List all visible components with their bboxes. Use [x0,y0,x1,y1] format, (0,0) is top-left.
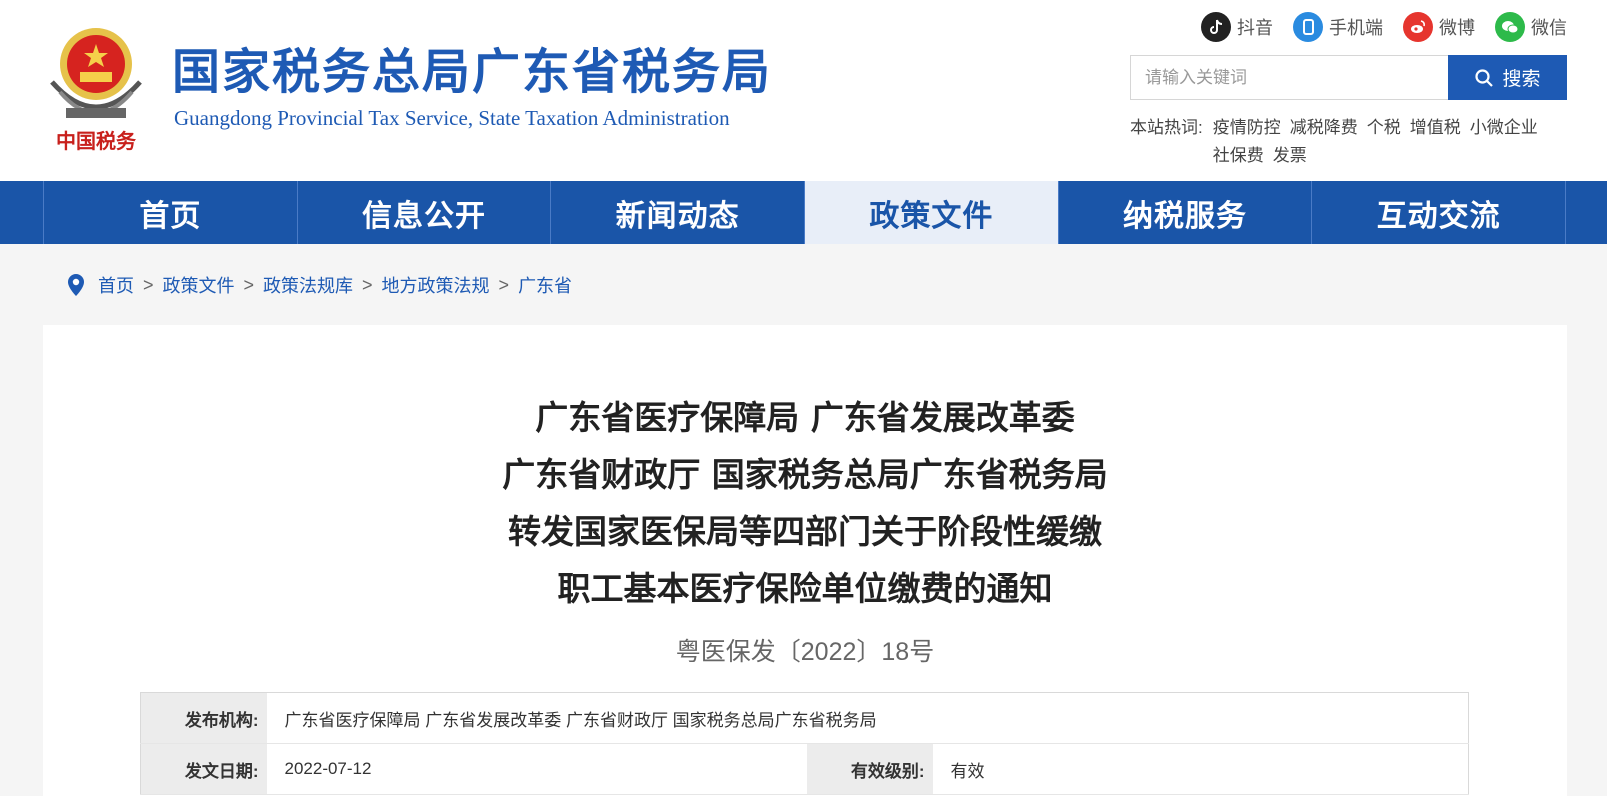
social-weibo[interactable]: 微博 [1403,12,1475,42]
validity-value: 有效 [932,743,1469,795]
document-title: 广东省医疗保障局 广东省发展改革委 广东省财政厅 国家税务总局广东省税务局 转发… [43,389,1567,617]
social-douyin[interactable]: 抖音 [1201,12,1273,42]
nav-item-policy[interactable]: 政策文件 [805,181,1059,244]
hot-word[interactable]: 疫情防控 [1213,114,1281,142]
search-input[interactable] [1130,55,1448,100]
site-title[interactable]: 国家税务总局广东省税务局 [172,44,772,100]
social-weibo-label: 微博 [1439,18,1475,38]
search-icon [1475,68,1494,87]
hot-words-list: 疫情防控 减税降费 个税 增值税 小微企业 社保费 发票 [1213,114,1570,170]
location-pin-icon [68,274,84,296]
breadcrumb-item-local-policy[interactable]: 地方政策法规 [382,272,490,298]
hot-word[interactable]: 发票 [1273,142,1307,170]
date-value: 2022-07-12 [266,743,807,795]
breadcrumb-item-policy[interactable]: 政策文件 [163,272,235,298]
search-button-label: 搜索 [1502,69,1541,90]
nav-item-info-disclosure[interactable]: 信息公开 [298,181,552,244]
site-subtitle: Guangdong Provincial Tax Service, State … [174,106,730,130]
nav-item-tax-service[interactable]: 纳税服务 [1059,181,1313,244]
document-title-line: 广东省医疗保障局 广东省发展改革委 [535,398,1075,437]
document-card: 广东省医疗保障局 广东省发展改革委 广东省财政厅 国家税务总局广东省税务局 转发… [43,325,1567,796]
date-label: 发文日期: [140,743,267,795]
nav-item-home[interactable]: 首页 [44,181,298,244]
breadcrumb: 首页 > 政策文件 > 政策法规库 > 地方政策法规 > 广东省 [66,272,572,298]
mobile-icon [1293,12,1323,42]
social-mobile[interactable]: 手机端 [1293,12,1383,42]
search-bar: 搜索 [1130,55,1567,100]
breadcrumb-item-home[interactable]: 首页 [98,272,134,298]
hot-word[interactable]: 小微企业 [1470,114,1538,142]
wechat-icon [1495,12,1525,42]
document-title-line: 职工基本医疗保险单位缴费的通知 [557,569,1053,608]
social-mobile-label: 手机端 [1329,18,1383,38]
breadcrumb-item-policy-library[interactable]: 政策法规库 [263,272,353,298]
validity-label: 有效级别: [806,743,933,795]
douyin-icon [1201,12,1231,42]
nav-item-news[interactable]: 新闻动态 [551,181,806,244]
document-title-line: 转发国家医保局等四部门关于阶段性缓缴 [508,512,1102,551]
breadcrumb-separator: > [143,274,154,295]
hot-words: 本站热词: 疫情防控 减税降费 个税 增值税 小微企业 社保费 发票 [1130,114,1570,170]
hot-word[interactable]: 减税降费 [1290,114,1358,142]
hot-word[interactable]: 社保费 [1213,142,1264,170]
hot-word[interactable]: 个税 [1367,114,1401,142]
nav-item-interaction[interactable]: 互动交流 [1312,181,1567,244]
document-number: 粤医保发〔2022〕18号 [675,638,935,666]
social-links: 抖音 手机端 微博 微信 [1201,12,1567,42]
publisher-value: 广东省医疗保障局 广东省发展改革委 广东省财政厅 国家税务总局广东省税务局 [266,692,1469,744]
site-header: 中国税务 国家税务总局广东省税务局 Guangdong Provincial T… [0,0,1607,181]
document-info-table: 发布机构: 广东省医疗保障局 广东省发展改革委 广东省财政厅 国家税务总局广东省… [140,692,1469,795]
breadcrumb-separator: > [362,274,373,295]
social-wechat[interactable]: 微信 [1495,12,1567,42]
table-row: 发布机构: 广东省医疗保障局 广东省发展改革委 广东省财政厅 国家税务总局广东省… [140,692,1469,744]
svg-text:中国税务: 中国税务 [56,129,137,153]
hot-words-label: 本站热词: [1130,118,1203,137]
document-title-line: 广东省财政厅 国家税务总局广东省税务局 [502,455,1108,494]
hot-word[interactable]: 增值税 [1410,114,1461,142]
social-wechat-label: 微信 [1531,18,1567,38]
breadcrumb-separator: > [498,274,510,295]
tax-emblem-logo[interactable]: 中国税务 [42,22,150,158]
breadcrumb-separator: > [243,274,255,295]
table-row: 发文日期: 2022-07-12 有效级别: 有效 [140,743,1469,795]
publisher-label: 发布机构: [140,692,267,744]
breadcrumb-item-guangdong[interactable]: 广东省 [518,272,572,298]
weibo-icon [1403,12,1433,42]
search-button[interactable]: 搜索 [1448,55,1567,100]
main-nav: 首页 信息公开 新闻动态 政策文件 纳税服务 互动交流 [0,181,1607,244]
social-douyin-label: 抖音 [1237,18,1273,38]
